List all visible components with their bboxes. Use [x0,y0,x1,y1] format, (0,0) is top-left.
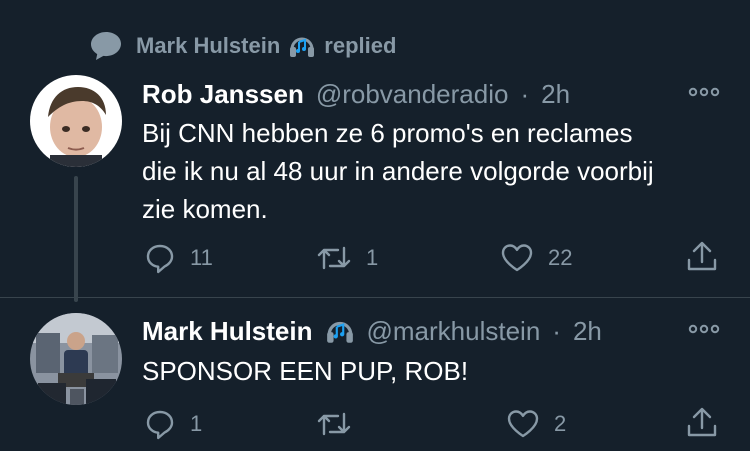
like-count: 22 [548,245,573,270]
retweet-button[interactable] [316,408,366,440]
reply-button[interactable]: 11 [144,242,213,274]
more-icon[interactable] [688,321,720,342]
thread-line [74,176,78,302]
share-button[interactable] [686,406,718,440]
avatar-photo-mark [30,313,122,405]
separator-dot: · [520,78,530,109]
share-icon [686,240,718,274]
reply-button[interactable]: 1 [144,408,202,440]
reply-count: 1 [190,411,203,436]
more-icon[interactable] [688,84,720,105]
tweet-author-handle[interactable]: @markhulstein [367,316,541,347]
tweet-text-line: zie komen. [142,194,268,224]
share-icon [686,406,718,440]
like-icon [506,408,540,440]
separator-dot: · [552,315,561,346]
social-context[interactable]: Mark Hulstein replied [88,28,396,64]
tweet-author-name[interactable]: Rob Janssen [142,79,304,110]
avatar[interactable] [30,313,122,405]
like-button[interactable]: 2 [506,408,566,440]
retweet-icon [316,408,352,440]
avatar-photo-rob [30,75,122,167]
tweet-author-name[interactable]: Mark Hulstein [142,316,313,347]
retweet-button[interactable]: 1 [316,242,378,274]
reply-count: 11 [190,245,213,270]
speech-bubble-icon [88,28,124,64]
tweet-timestamp[interactable]: 2h [573,316,602,347]
tweet-text: SPONSOR EEN PUP, ROB! [142,352,732,390]
reply-icon [144,242,176,274]
retweet-count: 1 [366,245,379,270]
tweet-text-line: die ik nu al 48 uur in andere volgorde v… [142,156,654,186]
tweet-text-line: SPONSOR EEN PUP, ROB! [142,356,469,386]
tweet-header: Mark Hulstein @markhulstein · 2h [142,313,602,349]
like-count: 2 [554,411,567,436]
headphones-emoji-icon [325,317,355,345]
tweet-text: Bij CNN hebben ze 6 promo's en reclames … [142,114,732,228]
tweet-author-handle[interactable]: @robvanderadio [316,79,509,110]
share-button[interactable] [686,240,718,274]
tweet-text-line: Bij CNN hebben ze 6 promo's en reclames [142,118,633,148]
social-context-action: replied [324,33,397,58]
like-button[interactable]: 22 [500,242,572,274]
reply-icon [144,408,176,440]
tweet-timestamp[interactable]: 2h [541,79,570,110]
avatar[interactable] [30,75,122,167]
tweet-header: Rob Janssen @robvanderadio · 2h [142,76,570,112]
social-context-name: Mark Hulstein [136,33,281,58]
tweet-divider [0,297,750,298]
like-icon [500,242,534,274]
retweet-icon [316,242,352,274]
headphones-emoji-icon [288,33,316,59]
